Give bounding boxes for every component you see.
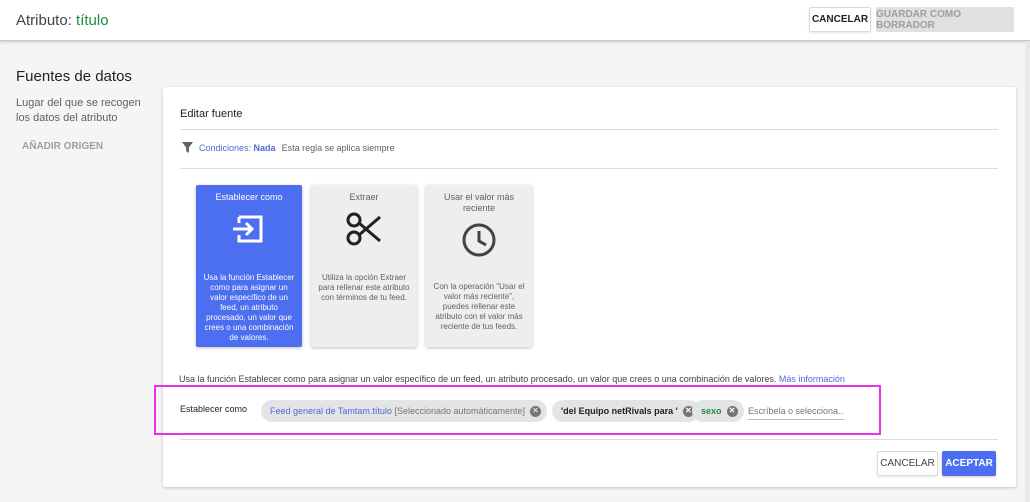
more-info-link[interactable]: Más información (779, 374, 845, 384)
tile-title: Extraer (349, 192, 379, 202)
tile-description: Utiliza la opción Extraer para rellenar … (318, 273, 410, 302)
conditions-note: Esta regla se aplica siempre (281, 142, 395, 153)
set-as-label: Establecer como (180, 404, 248, 414)
remove-chip-icon[interactable]: ✕ (726, 405, 738, 417)
attribute-name: título (76, 12, 109, 29)
chip-text: 'del Equipo netRivals para ' (561, 406, 678, 416)
filter-icon (182, 142, 193, 153)
cancel-button-top[interactable]: CANCELAR (809, 7, 871, 32)
divider (180, 129, 998, 130)
data-sources-heading: Fuentes de datos (16, 68, 132, 85)
tile-title: Usar el valor más reciente (443, 192, 515, 213)
edit-source-title: Editar fuente (180, 108, 243, 120)
function-explanation: Usa la función Establecer como para asig… (179, 374, 845, 384)
value-search-input[interactable] (748, 402, 844, 420)
explanation-text: Usa la función Establecer como para asig… (179, 374, 777, 384)
page-title: Atributo: título (16, 12, 109, 29)
chip-field-name: título (372, 406, 392, 416)
divider (180, 168, 998, 169)
tile-title: Establecer como (215, 192, 283, 202)
clock-icon (462, 223, 496, 257)
accept-button[interactable]: ACEPTAR (942, 451, 996, 476)
scrollbar-track[interactable] (1025, 41, 1030, 502)
tile-description: Usa la función Establecer como para asig… (203, 273, 295, 342)
cancel-button[interactable]: CANCELAR (877, 451, 938, 476)
data-sources-description: Lugar del que se recogen los datos del a… (16, 97, 141, 124)
conditions-label: Condiciones: (199, 142, 252, 153)
value-chip-text[interactable]: 'del Equipo netRivals para ' ✕ (552, 400, 700, 422)
conditions-row: Condiciones: Nada Esta regla se aplica s… (182, 142, 395, 153)
scissors-icon (346, 212, 381, 246)
chip-auto-note: [Seleccionado automáticamente] (394, 406, 526, 416)
remove-chip-icon[interactable]: ✕ (530, 405, 542, 417)
top-bar: Atributo: título CANCELAR GUARDAR COMO B… (0, 0, 1030, 41)
tile-description: Con la operación "Usar el valor más reci… (433, 282, 525, 331)
save-draft-button[interactable]: GUARDAR COMO BORRADOR (876, 7, 1014, 32)
tile-most-recent[interactable]: Usar el valor más reciente Con la operac… (426, 185, 532, 347)
conditions-link[interactable]: Condiciones: Nada (199, 143, 276, 153)
add-origin-button[interactable]: AÑADIR ORIGEN (22, 141, 103, 152)
tile-set-as[interactable]: Establecer como Usa la función Establece… (196, 185, 302, 347)
conditions-value: Nada (253, 142, 276, 153)
page-title-prefix: Atributo: (16, 12, 77, 29)
chip-feed-name: Feed general de Tamtam. (270, 406, 373, 416)
tile-extract[interactable]: Extraer Utiliza la opción Extraer para r… (311, 185, 417, 347)
chip-text: Feed general de Tamtam.título [Seleccion… (270, 406, 525, 416)
divider (180, 439, 998, 440)
chip-text: sexo (701, 406, 722, 416)
value-chip-feed[interactable]: Feed general de Tamtam.título [Seleccion… (261, 400, 548, 422)
input-arrow-icon (233, 215, 263, 243)
value-chip-sex[interactable]: sexo ✕ (692, 400, 744, 422)
